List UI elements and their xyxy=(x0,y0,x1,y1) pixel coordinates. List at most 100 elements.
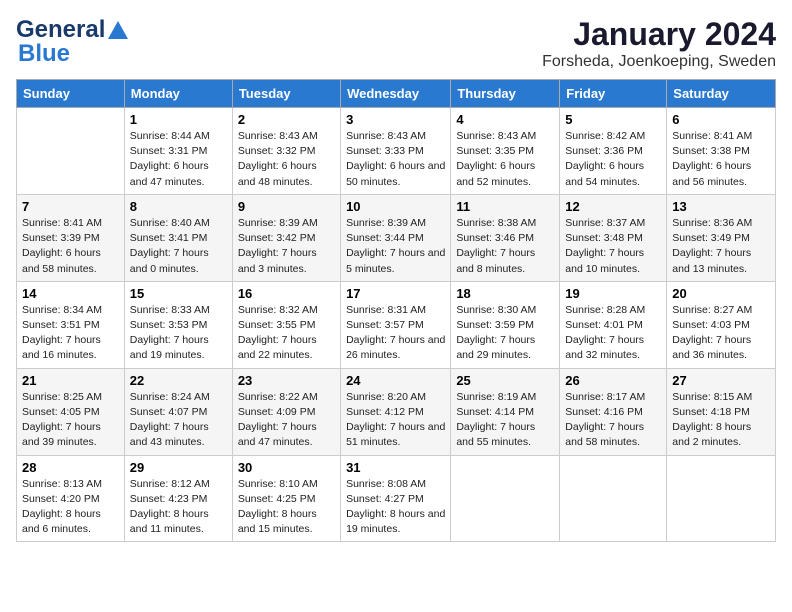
calendar-cell: 7 Sunrise: 8:41 AMSunset: 3:39 PMDaylight… xyxy=(17,194,125,281)
calendar-cell: 19 Sunrise: 8:28 AMSunset: 4:01 PMDayligh… xyxy=(560,281,667,368)
day-info: Sunrise: 8:13 AMSunset: 4:20 PMDaylight:… xyxy=(22,477,119,538)
day-number: 5 xyxy=(565,112,661,127)
calendar-cell: 13 Sunrise: 8:36 AMSunset: 3:49 PMDayligh… xyxy=(667,194,776,281)
day-number: 22 xyxy=(130,373,227,388)
day-info: Sunrise: 8:43 AMSunset: 3:33 PMDaylight:… xyxy=(346,129,445,190)
calendar-cell: 5 Sunrise: 8:42 AMSunset: 3:36 PMDaylight… xyxy=(560,108,667,195)
day-number: 14 xyxy=(22,286,119,301)
day-number: 3 xyxy=(346,112,445,127)
day-number: 6 xyxy=(672,112,770,127)
day-number: 10 xyxy=(346,199,445,214)
day-number: 20 xyxy=(672,286,770,301)
day-info: Sunrise: 8:43 AMSunset: 3:35 PMDaylight:… xyxy=(456,129,554,190)
calendar-cell: 15 Sunrise: 8:33 AMSunset: 3:53 PMDayligh… xyxy=(124,281,232,368)
day-number: 8 xyxy=(130,199,227,214)
logo-blue: Blue xyxy=(18,40,70,68)
day-info: Sunrise: 8:44 AMSunset: 3:31 PMDaylight:… xyxy=(130,129,227,190)
day-info: Sunrise: 8:12 AMSunset: 4:23 PMDaylight:… xyxy=(130,477,227,538)
day-number: 30 xyxy=(238,460,335,475)
day-number: 23 xyxy=(238,373,335,388)
day-number: 7 xyxy=(22,199,119,214)
day-info: Sunrise: 8:22 AMSunset: 4:09 PMDaylight:… xyxy=(238,390,335,451)
calendar-cell: 14 Sunrise: 8:34 AMSunset: 3:51 PMDayligh… xyxy=(17,281,125,368)
day-info: Sunrise: 8:39 AMSunset: 3:44 PMDaylight:… xyxy=(346,216,445,277)
calendar-cell: 6Sunrise: 8:41 AMSunset: 3:38 PMDaylight… xyxy=(667,108,776,195)
calendar-table: SundayMondayTuesdayWednesdayThursdayFrid… xyxy=(16,79,776,542)
day-info: Sunrise: 8:20 AMSunset: 4:12 PMDaylight:… xyxy=(346,390,445,451)
day-info: Sunrise: 8:43 AMSunset: 3:32 PMDaylight:… xyxy=(238,129,335,190)
day-info: Sunrise: 8:33 AMSunset: 3:53 PMDaylight:… xyxy=(130,303,227,364)
calendar-cell: 17 Sunrise: 8:31 AMSunset: 3:57 PMDayligh… xyxy=(341,281,451,368)
day-info: Sunrise: 8:30 AMSunset: 3:59 PMDaylight:… xyxy=(456,303,554,364)
title-block: January 2024 Forsheda, Joenkoeping, Swed… xyxy=(542,16,776,71)
day-number: 11 xyxy=(456,199,554,214)
day-number: 28 xyxy=(22,460,119,475)
calendar-week-1: 1 Sunrise: 8:44 AMSunset: 3:31 PMDaylight… xyxy=(17,108,776,195)
day-info: Sunrise: 8:34 AMSunset: 3:51 PMDaylight:… xyxy=(22,303,119,364)
calendar-cell: 4 Sunrise: 8:43 AMSunset: 3:35 PMDaylight… xyxy=(451,108,560,195)
day-info: Sunrise: 8:08 AMSunset: 4:27 PMDaylight:… xyxy=(346,477,445,538)
day-number: 12 xyxy=(565,199,661,214)
calendar-cell: 10 Sunrise: 8:39 AMSunset: 3:44 PMDayligh… xyxy=(341,194,451,281)
calendar-week-4: 21Sunrise: 8:25 AMSunset: 4:05 PMDayligh… xyxy=(17,368,776,455)
day-number: 18 xyxy=(456,286,554,301)
calendar-week-2: 7 Sunrise: 8:41 AMSunset: 3:39 PMDaylight… xyxy=(17,194,776,281)
calendar-cell: 16Sunrise: 8:32 AMSunset: 3:55 PMDayligh… xyxy=(232,281,340,368)
calendar-week-3: 14 Sunrise: 8:34 AMSunset: 3:51 PMDayligh… xyxy=(17,281,776,368)
calendar-cell: 2 Sunrise: 8:43 AMSunset: 3:32 PMDaylight… xyxy=(232,108,340,195)
calendar-cell: 3 Sunrise: 8:43 AMSunset: 3:33 PMDaylight… xyxy=(341,108,451,195)
day-number: 17 xyxy=(346,286,445,301)
calendar-cell: 11 Sunrise: 8:38 AMSunset: 3:46 PMDayligh… xyxy=(451,194,560,281)
calendar-cell: 1 Sunrise: 8:44 AMSunset: 3:31 PMDaylight… xyxy=(124,108,232,195)
calendar-header-row: SundayMondayTuesdayWednesdayThursdayFrid… xyxy=(17,80,776,108)
header-wednesday: Wednesday xyxy=(341,80,451,108)
day-number: 24 xyxy=(346,373,445,388)
day-info: Sunrise: 8:19 AMSunset: 4:14 PMDaylight:… xyxy=(456,390,554,451)
day-info: Sunrise: 8:38 AMSunset: 3:46 PMDaylight:… xyxy=(456,216,554,277)
day-number: 15 xyxy=(130,286,227,301)
day-info: Sunrise: 8:27 AMSunset: 4:03 PMDaylight:… xyxy=(672,303,770,364)
logo-icon xyxy=(107,19,129,41)
day-number: 13 xyxy=(672,199,770,214)
day-info: Sunrise: 8:42 AMSunset: 3:36 PMDaylight:… xyxy=(565,129,661,190)
calendar-cell: 29 Sunrise: 8:12 AMSunset: 4:23 PMDayligh… xyxy=(124,455,232,542)
day-number: 19 xyxy=(565,286,661,301)
calendar-cell xyxy=(667,455,776,542)
day-number: 4 xyxy=(456,112,554,127)
calendar-cell xyxy=(560,455,667,542)
header-sunday: Sunday xyxy=(17,80,125,108)
day-number: 26 xyxy=(565,373,661,388)
header-thursday: Thursday xyxy=(451,80,560,108)
calendar-cell: 22Sunrise: 8:24 AMSunset: 4:07 PMDayligh… xyxy=(124,368,232,455)
day-info: Sunrise: 8:28 AMSunset: 4:01 PMDaylight:… xyxy=(565,303,661,364)
day-number: 16 xyxy=(238,286,335,301)
calendar-cell: 28 Sunrise: 8:13 AMSunset: 4:20 PMDayligh… xyxy=(17,455,125,542)
calendar-cell: 21Sunrise: 8:25 AMSunset: 4:05 PMDayligh… xyxy=(17,368,125,455)
calendar-cell: 23 Sunrise: 8:22 AMSunset: 4:09 PMDayligh… xyxy=(232,368,340,455)
day-number: 25 xyxy=(456,373,554,388)
day-number: 1 xyxy=(130,112,227,127)
day-number: 31 xyxy=(346,460,445,475)
day-info: Sunrise: 8:36 AMSunset: 3:49 PMDaylight:… xyxy=(672,216,770,277)
calendar-cell: 30 Sunrise: 8:10 AMSunset: 4:25 PMDayligh… xyxy=(232,455,340,542)
calendar-cell: 8Sunrise: 8:40 AMSunset: 3:41 PMDaylight… xyxy=(124,194,232,281)
day-info: Sunrise: 8:41 AMSunset: 3:39 PMDaylight:… xyxy=(22,216,119,277)
day-info: Sunrise: 8:10 AMSunset: 4:25 PMDaylight:… xyxy=(238,477,335,538)
calendar-cell: 25 Sunrise: 8:19 AMSunset: 4:14 PMDayligh… xyxy=(451,368,560,455)
day-number: 29 xyxy=(130,460,227,475)
calendar-cell xyxy=(451,455,560,542)
page-header: General Blue January 2024 Forsheda, Joen… xyxy=(16,16,776,71)
day-number: 27 xyxy=(672,373,770,388)
calendar-cell: 18 Sunrise: 8:30 AMSunset: 3:59 PMDayligh… xyxy=(451,281,560,368)
day-number: 9 xyxy=(238,199,335,214)
header-friday: Friday xyxy=(560,80,667,108)
day-info: Sunrise: 8:31 AMSunset: 3:57 PMDaylight:… xyxy=(346,303,445,364)
header-saturday: Saturday xyxy=(667,80,776,108)
calendar-cell: 27 Sunrise: 8:15 AMSunset: 4:18 PMDayligh… xyxy=(667,368,776,455)
day-number: 2 xyxy=(238,112,335,127)
calendar-cell: 24 Sunrise: 8:20 AMSunset: 4:12 PMDayligh… xyxy=(341,368,451,455)
day-number: 21 xyxy=(22,373,119,388)
day-info: Sunrise: 8:37 AMSunset: 3:48 PMDaylight:… xyxy=(565,216,661,277)
logo: General Blue xyxy=(16,16,129,68)
day-info: Sunrise: 8:15 AMSunset: 4:18 PMDaylight:… xyxy=(672,390,770,451)
